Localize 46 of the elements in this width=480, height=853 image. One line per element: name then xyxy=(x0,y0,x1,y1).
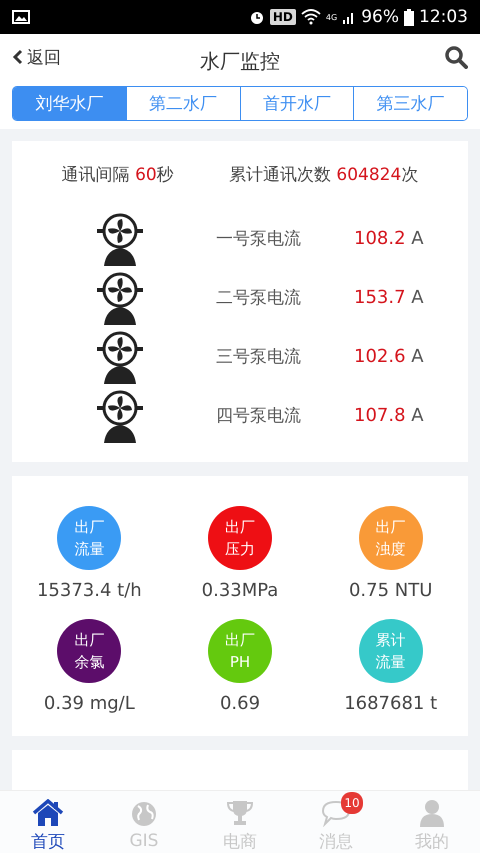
page-title: 水厂监控 xyxy=(200,48,280,75)
chevron-left-icon xyxy=(12,49,24,65)
metric-value: 0.39 mg/L xyxy=(44,693,135,714)
pump-current: 108.2 A xyxy=(354,228,424,249)
pump-label: 一号泵电流 xyxy=(216,228,302,250)
metric-badge: 出厂 浊度 xyxy=(358,506,423,570)
pump-current: 153.7 A xyxy=(354,287,424,308)
search-icon[interactable] xyxy=(444,45,468,69)
metric-badge: 出厂 余氯 xyxy=(57,619,122,683)
image-icon xyxy=(12,9,30,25)
battery-level: 96% xyxy=(361,7,399,27)
fan-icon xyxy=(96,212,144,266)
pump-label: 三号泵电流 xyxy=(216,346,302,368)
pump-current: 102.6 A xyxy=(354,346,424,367)
clock: 12:03 xyxy=(419,7,468,27)
comm-stat: 通讯间隔 60秒 xyxy=(62,164,174,186)
home-icon xyxy=(32,798,64,826)
metric-badge: 累计 流量 xyxy=(358,619,423,683)
alarm-icon xyxy=(248,9,265,25)
network-label: 4G xyxy=(326,12,338,22)
person-icon xyxy=(419,798,445,826)
pump-current: 107.8 A xyxy=(354,405,424,426)
plant-tab[interactable]: 第三水厂 xyxy=(353,87,467,120)
metric-value: 0.33MPa xyxy=(202,580,278,601)
globe-icon xyxy=(130,800,158,828)
nav-item[interactable]: 首页 xyxy=(0,791,96,853)
back-button[interactable]: 返回 xyxy=(12,46,61,68)
metric-value: 1687681 t xyxy=(344,693,438,714)
metric-value: 0.75 NTU xyxy=(348,580,432,601)
metric-badge: 出厂 压力 xyxy=(208,506,272,570)
metric-value: 15373.4 t/h xyxy=(36,580,142,601)
wifi-icon xyxy=(300,9,321,25)
fan-icon xyxy=(96,270,144,324)
fan-icon xyxy=(96,330,144,384)
pump-label: 四号泵电流 xyxy=(216,405,302,427)
comm-stat: 累计通讯次数 604824次 xyxy=(229,164,418,186)
metric-value: 0.69 xyxy=(220,693,260,714)
plant-tab[interactable]: 刘华水厂 xyxy=(13,87,126,120)
metric-badge: 出厂 流量 xyxy=(57,506,122,570)
battery-icon xyxy=(404,8,414,26)
trophy-icon xyxy=(226,798,254,826)
hd-badge: HD xyxy=(270,9,296,25)
fan-icon xyxy=(96,388,144,442)
unread-badge: 10 xyxy=(341,792,363,814)
pump-label: 二号泵电流 xyxy=(216,287,302,309)
metric-badge: 出厂 PH xyxy=(208,619,272,683)
